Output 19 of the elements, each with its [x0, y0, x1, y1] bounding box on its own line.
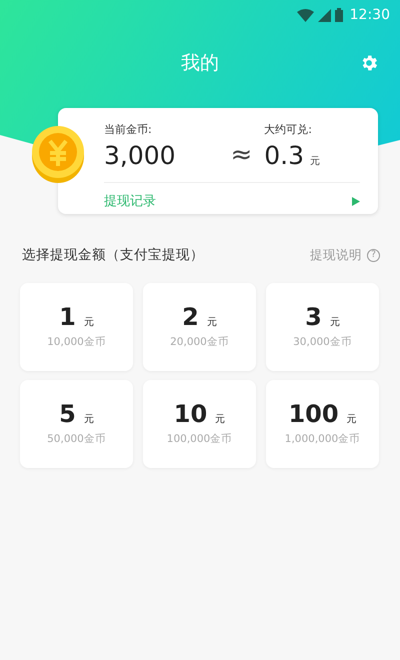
- cash-value: 0.3: [264, 143, 304, 168]
- coins-label: 当前金币:: [104, 122, 153, 137]
- coin-balance: 3,000: [104, 143, 176, 168]
- amount-option[interactable]: 3 元 30,000金币: [266, 283, 379, 371]
- wifi-icon: [296, 8, 314, 22]
- amount-option[interactable]: 10 元 100,000金币: [143, 380, 256, 468]
- section-heading: 选择提现金额（支付宝提现）: [22, 246, 204, 264]
- amount-option[interactable]: 5 元 50,000金币: [20, 380, 133, 468]
- play-arrow-icon[interactable]: [352, 196, 360, 206]
- amount-option[interactable]: 100 元 1,000,000金币: [266, 380, 379, 468]
- clock-time: 12:30: [350, 7, 390, 23]
- help-icon: ?: [367, 248, 380, 262]
- currency-unit: 元: [310, 155, 320, 168]
- approx-sign: ≈: [230, 142, 252, 168]
- value-label: 大约可兑:: [264, 122, 313, 137]
- page-title: 我的: [181, 51, 219, 76]
- signal-icon: [318, 8, 331, 22]
- amount-option[interactable]: 2 元 20,000金币: [143, 283, 256, 371]
- amount-option[interactable]: 1 元 10,000金币: [20, 283, 133, 371]
